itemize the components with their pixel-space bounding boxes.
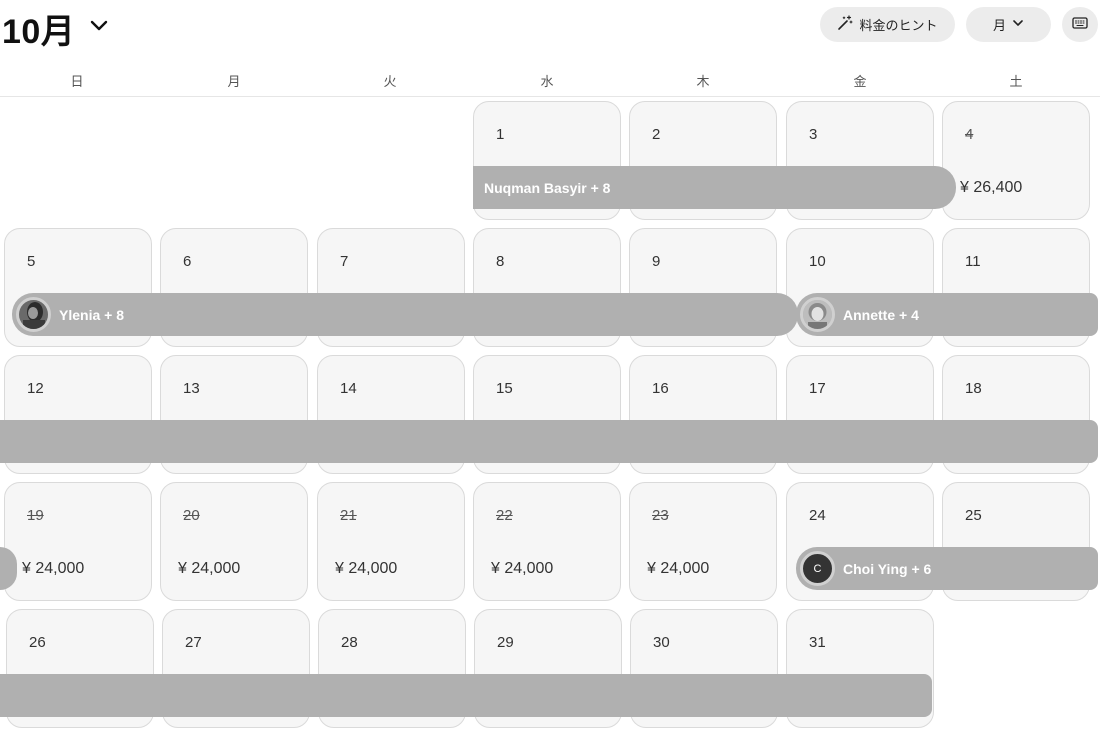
day-number: 19 [27,507,44,524]
day-number: 12 [27,380,44,397]
day-number: 7 [340,253,349,270]
weekday-label: 日 [70,74,84,89]
calendar-day-cell[interactable]: 19 ¥ 24,000 [4,482,152,601]
calendar-day-cell[interactable]: 23 ¥ 24,000 [629,482,777,601]
day-number: 18 [965,380,982,397]
reservation-bar[interactable]: Annette + 4 [796,293,1098,336]
day-number: 21 [340,507,357,524]
calendar-day-cell[interactable]: 22 ¥ 24,000 [473,482,621,601]
reservation-bar[interactable] [0,420,1098,463]
day-price: ¥ 24,000 [647,560,710,577]
day-number: 17 [809,380,826,397]
day-number: 11 [965,253,981,270]
day-number: 6 [183,253,192,270]
day-number: 2 [652,126,661,143]
day-number: 14 [340,380,357,397]
weekday-label: 土 [1009,74,1023,89]
guest-avatar [16,297,51,332]
pricing-hint-label: 料金のヒント [859,18,938,33]
day-number: 27 [185,634,202,651]
keyboard-icon [1072,17,1088,32]
reservation-bar[interactable]: Nuqman Basyir + 8 [473,166,956,209]
weekday-label: 木 [696,74,710,89]
day-number: 1 [496,126,505,143]
calendar-day-cell[interactable]: 21 ¥ 24,000 [317,482,465,601]
day-number: 26 [29,634,46,651]
reservation-guest-label: Annette + 4 [843,306,919,323]
pricing-hint-button[interactable]: 料金のヒント [820,7,955,42]
day-number: 10 [809,253,826,270]
day-number: 13 [183,380,200,397]
weekday-label: 金 [853,74,867,89]
day-number: 22 [496,507,513,524]
month-title[interactable]: 10月 [2,4,75,53]
day-price: ¥ 24,000 [335,560,398,577]
day-number: 5 [27,253,36,270]
calendar-header: 10月 料金のヒント 月 [0,0,1100,52]
keyboard-shortcuts-button[interactable] [1062,7,1098,42]
view-mode-select[interactable]: 月 [966,7,1051,42]
reservation-guest-label: Nuqman Basyir + 8 [484,179,611,196]
day-number: 24 [809,507,826,524]
reservation-bar[interactable]: C Choi Ying + 6 [796,547,1098,590]
reservation-bar[interactable] [0,674,932,717]
day-number: 25 [965,507,982,524]
calendar-day-cell[interactable]: 4 ¥ 26,400 [942,101,1090,220]
guest-avatar: C [800,551,835,586]
day-price: ¥ 26,400 [960,179,1023,196]
chevron-down-icon [1012,17,1024,32]
chevron-down-icon[interactable] [88,14,110,36]
day-number: 20 [183,507,200,524]
day-number: 23 [652,507,669,524]
guest-avatar [800,297,835,332]
day-number: 29 [497,634,514,651]
day-number: 9 [652,253,661,270]
day-number: 15 [496,380,513,397]
reservation-bar[interactable]: Ylenia + 8 [12,293,798,336]
day-number: 30 [653,634,670,651]
view-mode-label: 月 [992,18,1006,33]
day-number: 4 [965,126,974,143]
weekday-label: 月 [227,74,241,89]
reservation-guest-label: Choi Ying + 6 [843,560,932,577]
magic-wand-icon [837,15,854,34]
day-price: ¥ 24,000 [22,560,85,577]
weekday-label: 火 [383,74,397,89]
day-number: 28 [341,634,358,651]
day-number: 31 [809,634,826,651]
calendar-day-cell[interactable]: 20 ¥ 24,000 [160,482,308,601]
day-price: ¥ 24,000 [178,560,241,577]
day-number: 8 [496,253,505,270]
day-number: 16 [652,380,669,397]
day-number: 3 [809,126,818,143]
day-price: ¥ 24,000 [491,560,554,577]
weekday-label: 水 [540,74,554,89]
reservation-guest-label: Ylenia + 8 [59,306,124,323]
weekday-header: 日 月 火 水 木 金 土 [0,62,1100,97]
